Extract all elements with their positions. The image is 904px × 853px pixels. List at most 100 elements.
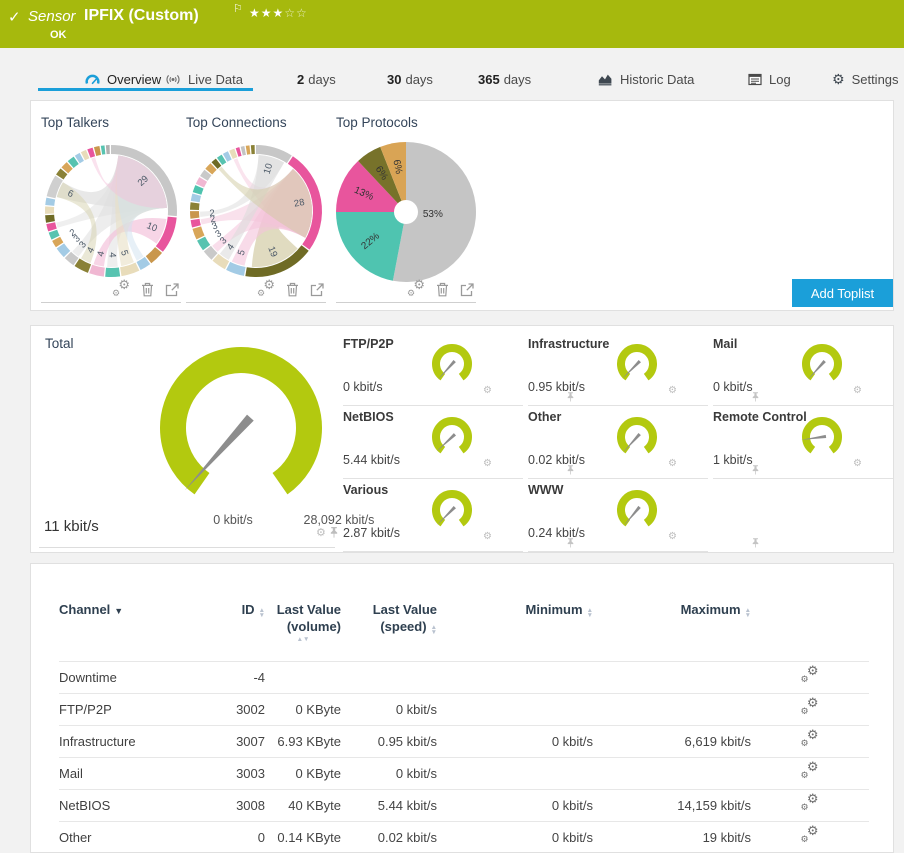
- channel-settings-icon[interactable]: ⚙ ⚙: [801, 696, 819, 716]
- gauge-value: 0.02 kbit/s: [528, 453, 585, 467]
- tab-2-days[interactable]: 2 days: [297, 70, 336, 88]
- tab-label: Live Data: [188, 71, 243, 87]
- gear-icon[interactable]: ⚙: [668, 532, 677, 542]
- gear-icon[interactable]: ⚙: [853, 459, 862, 469]
- table-row: FTP/P2P 3002 0 KByte 0 kbit/s ⚙ ⚙: [59, 692, 869, 725]
- toplist-settings-icon[interactable]: ⚙ ⚙: [407, 278, 425, 298]
- cell-channel: FTP/P2P: [59, 692, 219, 725]
- gear-icon[interactable]: ⚙: [668, 459, 677, 469]
- tab-overview[interactable]: Overview: [85, 70, 161, 88]
- channel-settings-icon[interactable]: ⚙ ⚙: [801, 824, 819, 844]
- delete-icon[interactable]: [141, 282, 154, 297]
- tab-historic-data[interactable]: Historic Data: [598, 70, 694, 88]
- tab-number: 365: [478, 71, 500, 87]
- sensor-title: IPFIX (Custom): [84, 7, 199, 24]
- column-header-last-speed[interactable]: Last Value (speed) ▲ ▼: [341, 564, 437, 661]
- delete-icon[interactable]: [436, 282, 449, 297]
- cell-actions: ⚙ ⚙: [751, 660, 869, 693]
- stars-empty[interactable]: ☆☆: [284, 6, 308, 20]
- top-connections-chord-chart[interactable]: 1028195433322: [186, 139, 326, 285]
- sort-icon: ▲▼: [586, 607, 593, 619]
- tab-settings[interactable]: ⚙ Settings: [832, 70, 899, 88]
- toplist-card-top-talkers: Top Talkers 29 10 5 4 4 4 3 3 2 6 ⚙ ⚙: [41, 109, 181, 303]
- tab-log[interactable]: Log: [748, 70, 791, 88]
- channel-settings-icon[interactable]: ⚙ ⚙: [801, 792, 819, 812]
- open-external-icon[interactable]: [165, 282, 179, 297]
- stars-filled[interactable]: ★★★: [249, 6, 284, 20]
- cell-maximum: [593, 756, 751, 789]
- gauge-label: Infrastructure: [528, 337, 610, 351]
- channel-table: Channel ▼ ID ▲ ▼ Last Value (volume) ▲▼ Last …: [59, 564, 869, 852]
- column-header-channel[interactable]: Channel ▼: [59, 564, 219, 661]
- svg-text:4: 4: [107, 252, 118, 258]
- channel-settings-icon[interactable]: ⚙ ⚙: [801, 728, 819, 748]
- cell-channel: NetBIOS: [59, 788, 219, 821]
- channel-gauge-cell: FTP/P2P 0 kbit/s ⚙: [343, 334, 574, 406]
- tab-30-days[interactable]: 30 days: [387, 70, 433, 88]
- toplist-title: Top Talkers: [41, 115, 110, 130]
- tab-number: 30: [387, 71, 402, 87]
- gear-icon[interactable]: ⚙: [316, 527, 326, 538]
- top-protocols-pie-chart[interactable]: 53%22%13%6% 6%: [336, 139, 476, 285]
- channel-gauge: [432, 344, 472, 381]
- cell-minimum: [437, 756, 593, 789]
- tab-label: days: [503, 71, 532, 87]
- delete-icon[interactable]: [286, 282, 299, 297]
- channel-gauge-cell: Various 2.87 kbit/s ⚙: [343, 480, 574, 552]
- gauge-value: 2.87 kbit/s: [343, 526, 400, 540]
- svg-text:28: 28: [293, 197, 305, 210]
- table-row: NetBIOS 3008 40 KByte 5.44 kbit/s 0 kbit/s 14…: [59, 788, 869, 821]
- toplist-settings-icon[interactable]: ⚙ ⚙: [112, 278, 130, 298]
- gauge-value: 0 kbit/s: [713, 380, 753, 394]
- tab-label: Log: [769, 71, 791, 87]
- column-header-last-volume[interactable]: Last Value (volume) ▲▼: [265, 564, 341, 661]
- column-header-id[interactable]: ID ▲ ▼: [219, 564, 265, 661]
- table-row: Downtime -4 ⚙ ⚙: [59, 660, 869, 693]
- pin-icon[interactable]: [752, 538, 759, 548]
- top-talkers-chord-chart[interactable]: 291054443326: [41, 139, 181, 285]
- gauge-icon: [85, 74, 100, 85]
- add-toplist-button[interactable]: Add Toplist: [792, 279, 893, 307]
- gear-icon[interactable]: ⚙: [853, 386, 862, 396]
- sort-icon: ▲▼: [744, 607, 751, 619]
- channel-settings-icon[interactable]: ⚙ ⚙: [801, 760, 819, 780]
- tab-live-data[interactable]: Live Data: [165, 70, 243, 88]
- cell-last-speed: 0.95 kbit/s: [341, 724, 437, 757]
- sensor-header: ✓ Sensor IPFIX (Custom) ⚐ ★★★☆☆ OK: [0, 0, 904, 48]
- gauge-label: Various: [343, 483, 389, 497]
- open-external-icon[interactable]: [310, 282, 324, 297]
- gear-icon[interactable]: ⚙: [668, 386, 677, 396]
- column-header-minimum[interactable]: Minimum ▲ ▼: [437, 564, 594, 661]
- tab-365-days[interactable]: 365 days: [478, 70, 531, 88]
- channel-gauge-cell: Remote Control 1 kbit/s ⚙: [713, 407, 893, 479]
- priority-stars[interactable]: ★★★☆☆: [249, 6, 308, 20]
- gear-icon[interactable]: ⚙: [483, 532, 492, 542]
- gear-icon[interactable]: ⚙: [483, 386, 492, 396]
- gear-icon[interactable]: ⚙: [483, 459, 492, 469]
- status-badge: OK: [50, 29, 67, 41]
- table-row: Mail 3003 0 KByte 0 kbit/s ⚙ ⚙: [59, 756, 869, 789]
- gauge-label: WWW: [528, 483, 564, 497]
- cell-last-volume: [265, 660, 341, 693]
- gauge-toolbar: ⚙: [483, 459, 574, 475]
- pin-icon[interactable]: [330, 527, 338, 538]
- gauges-panel: Total 11 kbit/s 0 kbit/s 28,092 kbit/s ⚙…: [30, 325, 894, 553]
- cell-maximum: [593, 660, 751, 693]
- cell-channel: Downtime: [59, 660, 219, 693]
- tab-label: Overview: [107, 71, 162, 87]
- open-external-icon[interactable]: [460, 282, 474, 297]
- sort-icon: ▲▼: [430, 624, 437, 636]
- channel-settings-icon[interactable]: ⚙ ⚙: [801, 664, 819, 684]
- object-type-label: Sensor: [28, 8, 76, 25]
- cell-maximum: 14,159 kbit/s: [593, 788, 751, 821]
- cell-id: 3008: [219, 788, 265, 821]
- pause-flag-icon[interactable]: ⚐: [233, 2, 243, 15]
- gauge-label: Other: [528, 410, 562, 424]
- column-header-maximum[interactable]: Maximum ▲ ▼: [593, 564, 751, 661]
- cell-channel: Infrastructure: [59, 724, 219, 757]
- toplist-settings-icon[interactable]: ⚙ ⚙: [257, 278, 275, 298]
- cell-last-volume: 0 KByte: [265, 692, 341, 725]
- toplist-title: Top Connections: [186, 115, 287, 130]
- cell-channel: Mail: [59, 756, 219, 789]
- gauge-value: 0.24 kbit/s: [528, 526, 585, 540]
